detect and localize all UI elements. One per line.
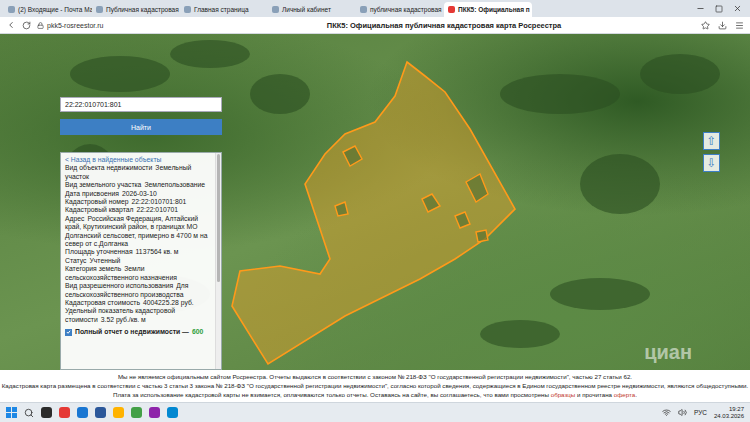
favicon-icon	[272, 6, 279, 13]
zoom-out-button[interactable]: ⇩	[703, 154, 720, 172]
info-row: Дата присвоения2026-03-10	[65, 190, 211, 198]
info-row: Удельный показатель кадастровой стоимост…	[65, 307, 211, 324]
footer-line: Плата за использование кадастровой карты…	[0, 391, 750, 399]
download-icon[interactable]	[718, 21, 727, 30]
info-row: Вид земельного участкаЗемлепользование	[65, 181, 211, 189]
map[interactable]: Найти < Назад в найденные объектыВид объе…	[0, 34, 750, 370]
lock-icon	[37, 22, 44, 29]
app-icon[interactable]	[59, 407, 70, 418]
reload-icon[interactable]	[22, 21, 31, 30]
tab-bar: (2) Входящие - Почта МаПубличная кадастр…	[0, 0, 750, 17]
minimize-icon[interactable]	[696, 4, 705, 13]
browser-tab[interactable]: Публичная кадастровая	[92, 2, 180, 17]
find-button[interactable]: Найти	[60, 119, 222, 135]
maximize-icon[interactable]	[715, 5, 723, 13]
wifi-icon[interactable]	[662, 408, 671, 417]
app-icon[interactable]	[131, 407, 142, 418]
info-panel: < Назад в найденные объектыВид объекта н…	[60, 152, 222, 370]
address-row: pkk5-rosreestor.ru ПКК5: Официальная публ…	[0, 17, 750, 34]
favicon-icon	[448, 6, 455, 13]
bookmark-icon[interactable]	[701, 21, 710, 30]
url-field[interactable]: pkk5-rosreestor.ru	[37, 22, 187, 29]
close-icon[interactable]	[733, 4, 742, 13]
footer-line: Мы не являемся официальным сайтом Росрее…	[0, 373, 750, 381]
toolbar-icons	[701, 21, 744, 30]
footer-link[interactable]: оферта	[614, 391, 635, 398]
footer-line: Кадастровая карта размещена в соответств…	[0, 382, 750, 390]
parcel-polygon[interactable]	[232, 62, 515, 364]
search-icon[interactable]	[24, 408, 34, 418]
report-option[interactable]: Полный отчет о недвижимости — 600	[65, 328, 211, 336]
app-icon[interactable]	[167, 407, 178, 418]
window-controls	[688, 0, 750, 17]
browser-window: (2) Входящие - Почта МаПубличная кадастр…	[0, 0, 750, 422]
info-row: АдресРоссийская Федерация, Алтайский кра…	[65, 215, 211, 249]
taskbar: РУС 19:2724.03.2026	[0, 402, 750, 422]
menu-icon[interactable]	[735, 21, 744, 30]
app-icon[interactable]	[149, 407, 160, 418]
browser-tab[interactable]: Главная страница	[180, 2, 268, 17]
info-row: Кадастровый номер22:22:010701:801	[65, 198, 211, 206]
windows-logo-icon[interactable]	[6, 407, 17, 418]
footer-link[interactable]: образцы	[551, 391, 576, 398]
search-input[interactable]	[60, 97, 222, 112]
info-row: Категория земельЗемли сельскохозяйственн…	[65, 265, 211, 282]
info-row: Вид разрешенного использованияДля сельск…	[65, 282, 211, 299]
info-row: Вид объекта недвижимостиЗемельный участо…	[65, 164, 211, 181]
language-indicator[interactable]: РУС	[694, 409, 707, 416]
clock[interactable]: 19:2724.03.2026	[714, 406, 744, 420]
info-row: Кадастровый квартал22:22:010701	[65, 206, 211, 214]
browser-tab[interactable]: ПКК5: Официальная п	[444, 2, 532, 17]
back-icon[interactable]	[6, 20, 16, 30]
favicon-icon	[96, 6, 103, 13]
app-icon[interactable]	[95, 407, 106, 418]
volume-icon[interactable]	[678, 408, 687, 417]
info-row: СтатусУчтенный	[65, 257, 211, 265]
footer: Мы не являемся официальным сайтом Росрее…	[0, 370, 750, 402]
scrollbar[interactable]	[215, 153, 221, 369]
browser-tab[interactable]: (2) Входящие - Почта Ма	[4, 2, 92, 17]
back-link[interactable]: < Назад в найденные объекты	[65, 156, 211, 164]
page-title: ПКК5: Официальная публичная кадастровая …	[193, 21, 695, 30]
browser-tab[interactable]: Личный кабинет	[268, 2, 356, 17]
zoom-controls: ⇧⇩	[703, 132, 720, 172]
app-icon[interactable]	[41, 407, 52, 418]
favicon-icon	[8, 6, 15, 13]
favicon-icon	[184, 6, 191, 13]
browser-tab[interactable]: публичная кадастровая	[356, 2, 444, 17]
favicon-icon	[360, 6, 367, 13]
info-row: Площадь уточненная1137564 кв. м	[65, 248, 211, 256]
zoom-in-button[interactable]: ⇧	[703, 132, 720, 150]
watermark: циан	[644, 341, 692, 364]
info-row: Кадастровая стоимость4004225.28 руб.	[65, 299, 211, 307]
app-icon[interactable]	[113, 407, 124, 418]
app-icon[interactable]	[77, 407, 88, 418]
report-checkbox[interactable]	[65, 329, 72, 336]
